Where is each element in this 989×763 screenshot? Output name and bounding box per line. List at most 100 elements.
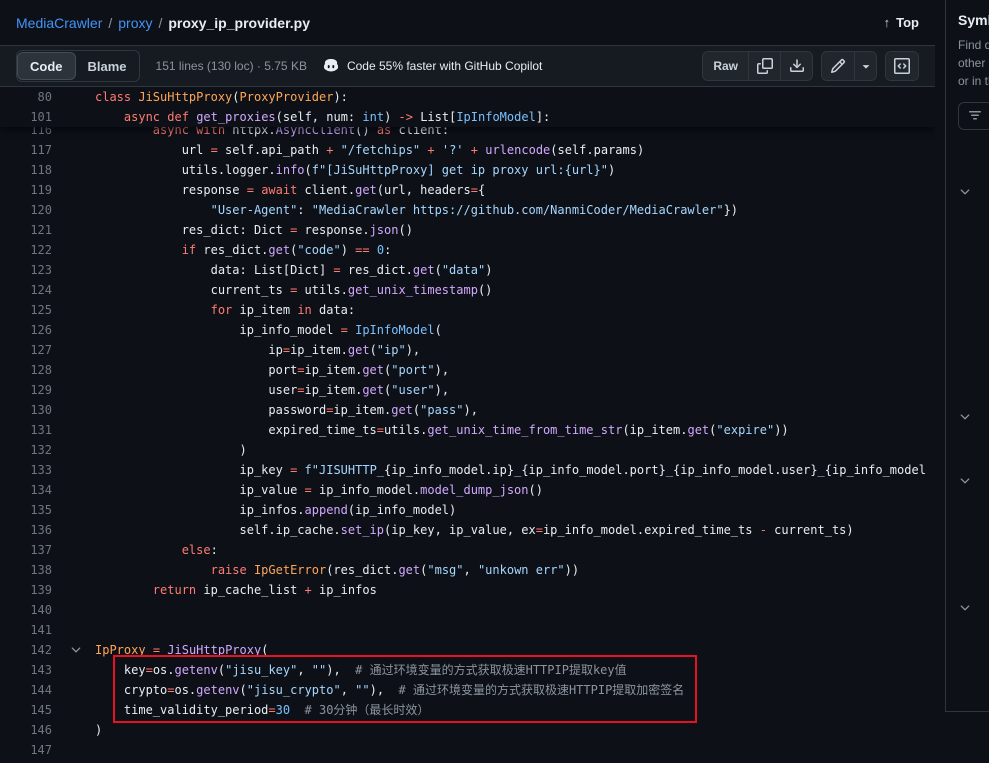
gutter-spacer bbox=[62, 600, 95, 620]
line-number[interactable]: 145 bbox=[0, 700, 62, 720]
code-line: 122 if res_dict.get("code") == 0: bbox=[0, 240, 935, 260]
breadcrumb-repo-link[interactable]: MediaCrawler bbox=[16, 15, 102, 31]
line-number[interactable]: 142 bbox=[0, 640, 62, 660]
line-number[interactable]: 141 bbox=[0, 620, 62, 640]
code-line: 146) bbox=[0, 720, 935, 740]
line-number[interactable]: 119 bbox=[0, 180, 62, 200]
code-text: if res_dict.get("code") == 0: bbox=[95, 240, 391, 260]
code-line: 129 user=ip_item.get("user"), bbox=[0, 380, 935, 400]
code-line: 131 expired_time_ts=utils.get_unix_time_… bbox=[0, 420, 935, 440]
line-number[interactable]: 128 bbox=[0, 360, 62, 380]
code-text: ip_value = ip_info_model.model_dump_json… bbox=[95, 480, 543, 500]
line-number[interactable]: 134 bbox=[0, 480, 62, 500]
line-number[interactable]: 144 bbox=[0, 680, 62, 700]
chevron-down-icon[interactable] bbox=[958, 185, 972, 199]
code-line: 124 current_ts = utils.get_unix_timestam… bbox=[0, 280, 935, 300]
gutter-spacer bbox=[62, 440, 95, 460]
line-number[interactable]: 131 bbox=[0, 420, 62, 440]
code-text: utils.logger.info(f"[JiSuHttpProxy] get … bbox=[95, 160, 615, 180]
gutter-spacer bbox=[62, 520, 95, 540]
gutter-spacer bbox=[62, 720, 95, 740]
line-number[interactable]: 80 bbox=[0, 87, 62, 107]
symbols-toggle-group bbox=[885, 51, 919, 81]
code-text: user=ip_item.get("user"), bbox=[95, 380, 449, 400]
gutter-spacer bbox=[62, 340, 95, 360]
line-number[interactable]: 125 bbox=[0, 300, 62, 320]
chevron-down-icon[interactable] bbox=[958, 410, 972, 424]
code-text: password=ip_item.get("pass"), bbox=[95, 400, 478, 420]
symbols-filter-input[interactable] bbox=[958, 102, 989, 130]
download-button[interactable] bbox=[780, 52, 812, 80]
line-number[interactable]: 124 bbox=[0, 280, 62, 300]
line-number[interactable]: 126 bbox=[0, 320, 62, 340]
gutter-spacer bbox=[62, 660, 95, 680]
copy-button[interactable] bbox=[748, 52, 780, 80]
gutter-spacer bbox=[62, 420, 95, 440]
symbols-panel-toggle-button[interactable] bbox=[886, 52, 918, 80]
code-line: 142 IpProxy = JiSuHttpProxy( bbox=[0, 640, 935, 660]
line-number[interactable]: 136 bbox=[0, 520, 62, 540]
code-line: 123 data: List[Dict] = res_dict.get("dat… bbox=[0, 260, 935, 280]
line-number[interactable]: 133 bbox=[0, 460, 62, 480]
line-number[interactable]: 138 bbox=[0, 560, 62, 580]
copilot-banner[interactable]: Code 55% faster with GitHub Copilot bbox=[323, 58, 542, 74]
download-icon bbox=[789, 58, 805, 74]
collapse-chevron-icon[interactable] bbox=[62, 640, 95, 660]
code-line: 144 crypto=os.getenv("jisu_crypto", ""),… bbox=[0, 680, 935, 700]
gutter-spacer bbox=[62, 280, 95, 300]
line-number[interactable]: 123 bbox=[0, 260, 62, 280]
code-text: current_ts = utils.get_unix_timestamp() bbox=[95, 280, 492, 300]
line-number[interactable]: 101 bbox=[0, 107, 62, 127]
code-text: ip_key = f"JISUHTTP_{ip_info_model.ip}_{… bbox=[95, 460, 926, 480]
line-number[interactable]: 146 bbox=[0, 720, 62, 740]
code-line: 120 "User-Agent": "MediaCrawler https://… bbox=[0, 200, 935, 220]
code-line: 121 res_dict: Dict = response.json() bbox=[0, 220, 935, 240]
code-line: 118 utils.logger.info(f"[JiSuHttpProxy] … bbox=[0, 160, 935, 180]
line-number[interactable]: 137 bbox=[0, 540, 62, 560]
code-lines: 116 async with httpx.AsyncClient() as cl… bbox=[0, 120, 935, 760]
edit-actions-group bbox=[821, 51, 877, 81]
code-text: raise IpGetError(res_dict.get("msg", "un… bbox=[95, 560, 579, 580]
code-line: 128 port=ip_item.get("port"), bbox=[0, 360, 935, 380]
code-text: async def get_proxies(self, num: int) ->… bbox=[95, 107, 550, 127]
code-line: 134 ip_value = ip_info_model.model_dump_… bbox=[0, 480, 935, 500]
code-text: ) bbox=[95, 440, 247, 460]
breadcrumb-dir-link[interactable]: proxy bbox=[118, 15, 152, 31]
line-number[interactable]: 117 bbox=[0, 140, 62, 160]
line-number[interactable]: 135 bbox=[0, 500, 62, 520]
line-number[interactable]: 120 bbox=[0, 200, 62, 220]
gutter-spacer bbox=[62, 180, 95, 200]
code-text: port=ip_item.get("port"), bbox=[95, 360, 449, 380]
line-number[interactable]: 129 bbox=[0, 380, 62, 400]
line-number[interactable]: 147 bbox=[0, 740, 62, 760]
line-number[interactable]: 122 bbox=[0, 240, 62, 260]
line-number[interactable]: 130 bbox=[0, 400, 62, 420]
line-number[interactable]: 127 bbox=[0, 340, 62, 360]
edit-dropdown-button[interactable] bbox=[854, 52, 876, 80]
line-number[interactable]: 139 bbox=[0, 580, 62, 600]
raw-actions-group: Raw bbox=[702, 51, 813, 81]
back-to-top-button[interactable]: ↑ Top bbox=[884, 15, 919, 30]
line-number[interactable]: 121 bbox=[0, 220, 62, 240]
line-number[interactable]: 118 bbox=[0, 160, 62, 180]
chevron-down-icon[interactable] bbox=[958, 601, 972, 615]
line-number[interactable]: 143 bbox=[0, 660, 62, 680]
code-text: key=os.getenv("jisu_key", ""), # 通过环境变量的… bbox=[95, 660, 627, 680]
edit-button[interactable] bbox=[822, 52, 854, 80]
code-text: return ip_cache_list + ip_infos bbox=[95, 580, 377, 600]
gutter-spacer bbox=[62, 540, 95, 560]
gutter-spacer bbox=[62, 107, 95, 127]
code-text: else: bbox=[95, 540, 218, 560]
tab-blame[interactable]: Blame bbox=[76, 52, 139, 80]
chevron-down-icon[interactable] bbox=[958, 474, 972, 488]
gutter-spacer bbox=[62, 380, 95, 400]
tab-code[interactable]: Code bbox=[17, 52, 76, 80]
line-number[interactable]: 132 bbox=[0, 440, 62, 460]
gutter-spacer bbox=[62, 160, 95, 180]
raw-button[interactable]: Raw bbox=[703, 52, 748, 80]
code-text: ip=ip_item.get("ip"), bbox=[95, 340, 420, 360]
line-number[interactable]: 140 bbox=[0, 600, 62, 620]
gutter-spacer bbox=[62, 300, 95, 320]
code-text: IpProxy = JiSuHttpProxy( bbox=[95, 640, 268, 660]
gutter-spacer bbox=[62, 560, 95, 580]
